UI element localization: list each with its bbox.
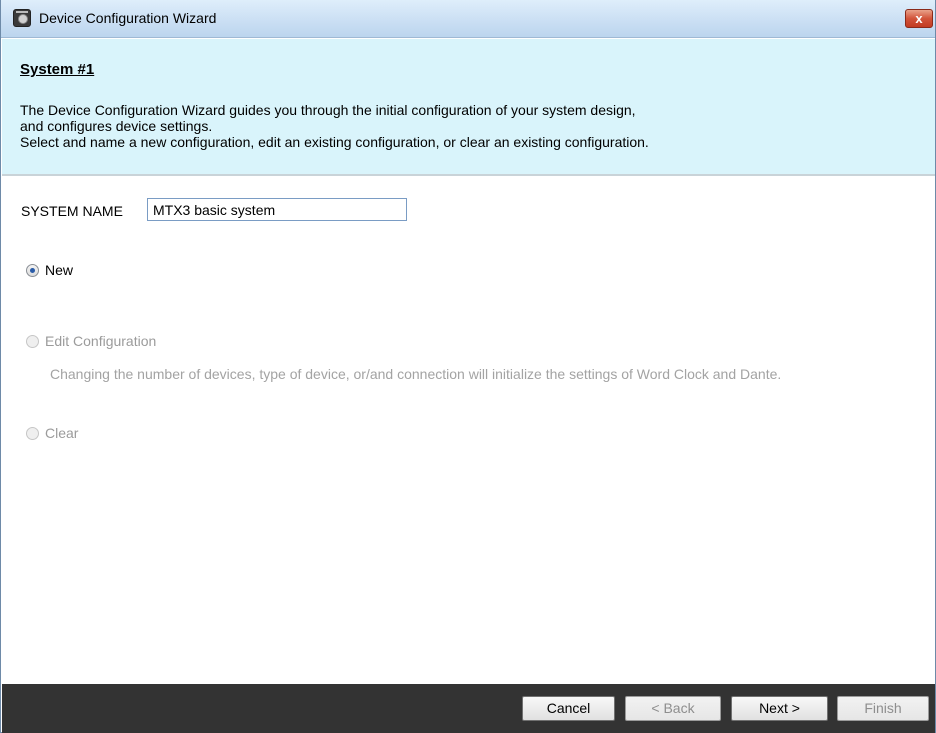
cancel-button[interactable]: Cancel [522,696,615,721]
wizard-window: Device Configuration Wizard x System #1 … [0,0,936,733]
title-bar: Device Configuration Wizard x [1,0,935,38]
description-line: and configures device settings. [20,118,213,134]
clear-radio [26,426,39,440]
close-button[interactable]: x [905,9,933,28]
header-panel: System #1 The Device Configuration Wizar… [2,39,935,176]
option-new[interactable]: New [26,262,73,278]
system-name-input[interactable] [147,198,407,221]
edit-configuration-radio [26,334,39,348]
back-button: < Back [625,696,721,721]
button-bar: Cancel < Back Next > Finish [2,684,935,733]
clear-label: Clear [45,425,79,441]
system-name-label: SYSTEM NAME [21,203,123,219]
system-title: System #1 [20,61,95,78]
new-radio[interactable] [26,263,39,277]
description-line: Select and name a new configuration, edi… [20,134,649,150]
edit-configuration-label: Edit Configuration [45,333,157,349]
next-button[interactable]: Next > [731,696,828,721]
window-title: Device Configuration Wizard [39,10,217,26]
option-clear: Clear [26,425,78,441]
description-line: The Device Configuration Wizard guides y… [20,102,636,118]
new-label: New [45,262,74,278]
option-edit-configuration: Edit Configuration [26,333,156,349]
close-icon: x [915,11,923,26]
edit-configuration-note: Changing the number of devices, type of … [50,366,782,382]
wizard-app-icon [13,9,31,27]
wizard-description: The Device Configuration Wizard guides y… [20,102,649,150]
finish-button: Finish [837,696,929,721]
